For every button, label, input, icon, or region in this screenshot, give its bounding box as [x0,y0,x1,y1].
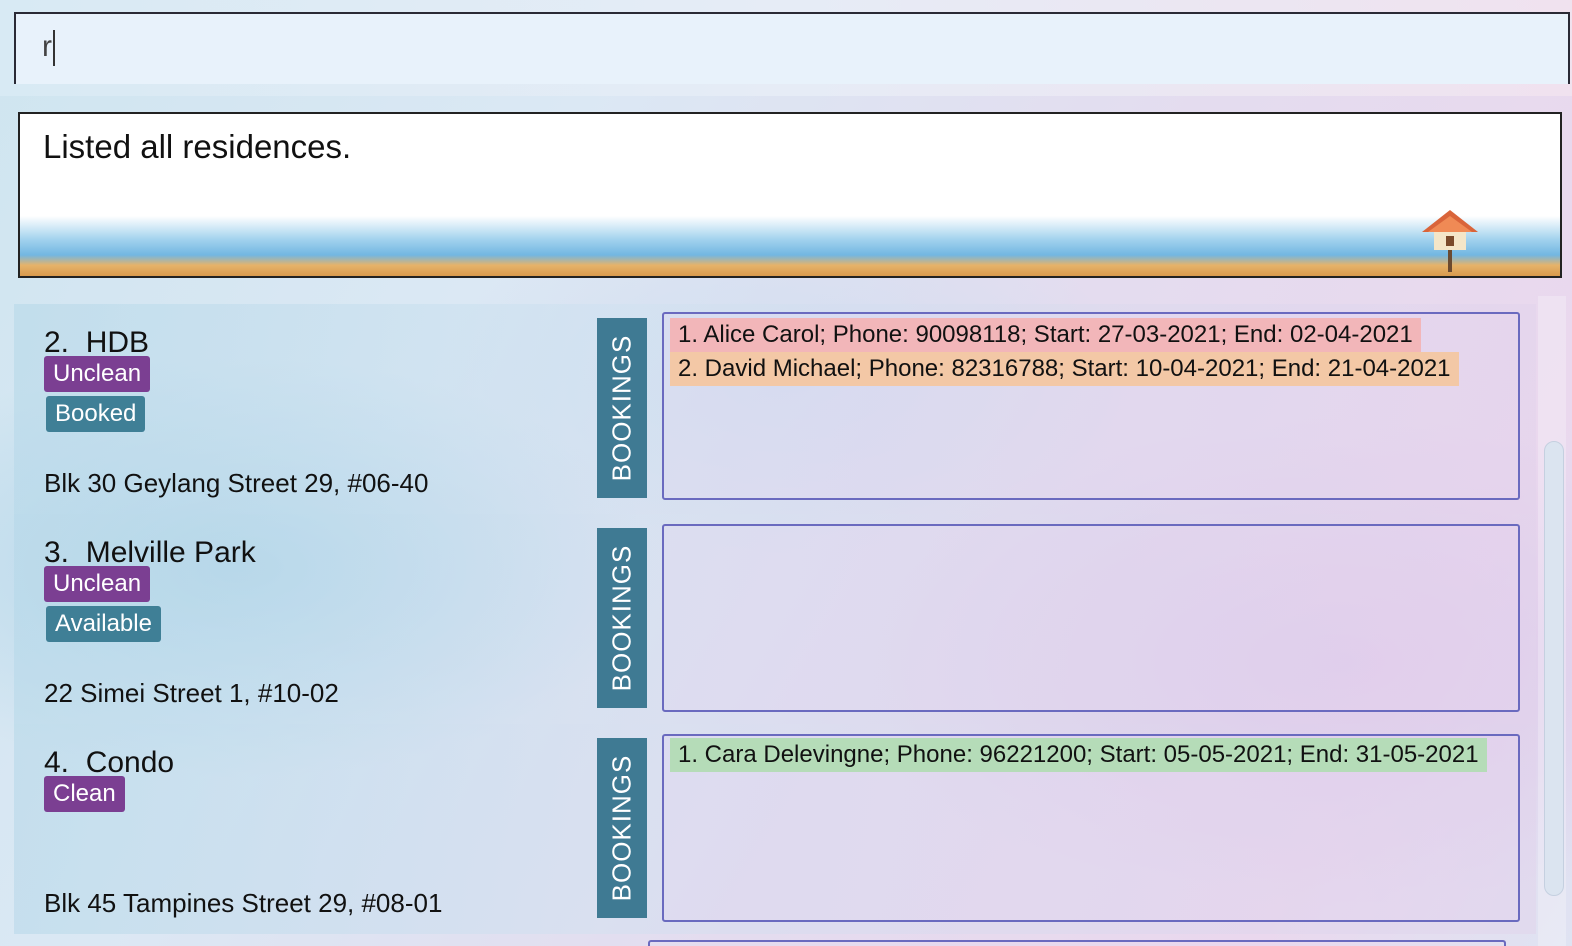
next-card-edge [648,940,1506,946]
residence-index: 3. [44,536,70,569]
residence-name: Melville Park [85,536,256,569]
scrollbar-thumb[interactable] [1544,441,1564,896]
residence-index: 4. [44,746,70,779]
result-display: Listed all residences. [18,112,1562,278]
booking-status-tag: Booked [46,396,146,432]
residence-name: HDB [85,326,150,359]
residence-title: 4. Condo [44,746,174,780]
clean-status-tag: Clean [44,776,125,812]
residence-name: Condo [85,746,175,779]
command-input-text: r [42,30,52,63]
clean-status-tag: Unclean [44,566,151,602]
booking-item[interactable]: 1. Alice Carol; Phone: 90098118; Start: … [670,318,1421,352]
residence-index: 2. [44,326,70,359]
booking-status-tag: Available [46,606,161,642]
bookings-list[interactable]: 1. Cara Delevingne; Phone: 96221200; Sta… [662,734,1520,922]
residence-card[interactable]: 4. Condo Clean Blk 45 Tampines Street 29… [14,724,1536,934]
residence-address: Blk 45 Tampines Street 29, #08-01 [44,888,443,918]
residence-card[interactable]: 2. HDB Unclean Booked Blk 30 Geylang Str… [14,304,1536,514]
residence-address: 22 Simei Street 1, #10-02 [44,678,339,708]
result-message: Listed all residences. [43,128,352,165]
beach-banner-image [20,216,1560,276]
booking-item[interactable]: 1. Cara Delevingne; Phone: 96221200; Sta… [670,738,1487,772]
beach-hut-icon [1422,210,1478,272]
residence-title: 2. HDB [44,326,149,360]
residence-card[interactable]: 3. Melville Park Unclean Available 22 Si… [14,514,1536,724]
bookings-label: BOOKINGS [597,738,647,918]
text-caret [53,30,55,67]
residence-list[interactable]: 2. HDB Unclean Booked Blk 30 Geylang Str… [0,296,1572,946]
command-input[interactable]: r [14,12,1570,84]
booking-item[interactable]: 2. David Michael; Phone: 82316788; Start… [670,352,1459,386]
residence-address: Blk 30 Geylang Street 29, #06-40 [44,468,429,498]
bookings-list[interactable]: 1. Alice Carol; Phone: 90098118; Start: … [662,312,1520,500]
clean-status-tag: Unclean [44,356,151,392]
bookings-list[interactable] [662,524,1520,712]
bookings-label: BOOKINGS [597,528,647,708]
residence-title: 3. Melville Park [44,536,256,570]
bookings-label: BOOKINGS [597,318,647,498]
